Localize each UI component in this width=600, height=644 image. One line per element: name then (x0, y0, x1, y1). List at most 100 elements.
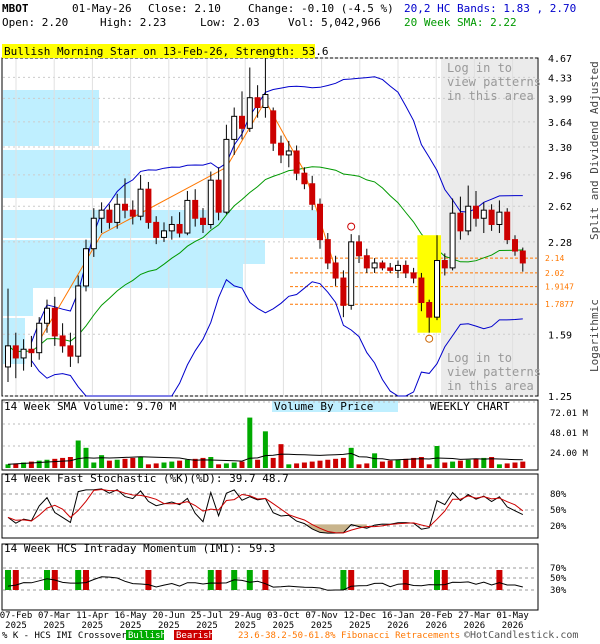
candle-body (473, 205, 479, 219)
ticker-symbol: MBOT (2, 2, 29, 15)
year-tick-label: 2026 (425, 621, 447, 631)
imi-crossover-bar (246, 570, 253, 590)
date-tick-label: 29-Aug (229, 611, 262, 621)
candle-body (200, 217, 206, 225)
imi-crossover-bar (75, 570, 82, 590)
candle-body (332, 262, 339, 279)
stoch-tick-label: 20% (550, 522, 567, 532)
date-tick-label: 16-May (114, 611, 147, 621)
high-value: High: 2.23 (100, 16, 166, 29)
volume-bar (255, 459, 261, 468)
volume-bar (99, 455, 105, 468)
volume-bar (169, 461, 175, 468)
candle-body (480, 209, 487, 219)
volume-bar (36, 460, 42, 468)
candle-body (145, 188, 152, 223)
volume-bar (177, 460, 183, 468)
imi-crossover-bar (434, 570, 440, 590)
candle-body (36, 322, 43, 354)
candle-body (519, 250, 526, 264)
candle-body (114, 203, 121, 223)
volume-bar (356, 464, 362, 468)
candle-body (137, 188, 144, 217)
candle-body (301, 172, 308, 185)
fib-label: 2.02 (545, 269, 564, 278)
candle-body (129, 209, 136, 217)
year-tick-label: 2025 (43, 621, 65, 631)
volume-bar (301, 462, 307, 468)
imi-crossover-bar (207, 570, 214, 590)
volume-bar (340, 457, 346, 468)
stoch-tick-label: 50% (550, 506, 567, 516)
candle-body (512, 239, 518, 252)
candle-body (168, 223, 175, 232)
candle-body (426, 301, 433, 318)
date-tick-label: 07-Nov (305, 611, 338, 621)
candle-body (488, 209, 495, 225)
quote-date: 01-May-26 (72, 2, 132, 15)
price-tick-label: 2.62 (548, 202, 572, 213)
login-notice-bottom-3: in this area (447, 379, 534, 393)
volume-tick-label: 24.00 M (550, 449, 589, 459)
price-tick-label: 4.67 (548, 54, 572, 65)
login-notice-top-1: Log in to (447, 61, 512, 75)
volume-bar (262, 431, 268, 468)
candle-body (278, 142, 284, 156)
candle-body (254, 97, 261, 109)
volume-bar (216, 464, 222, 468)
volume-bar (114, 459, 120, 468)
price-chart: MBOT 01-May-26 Close: 2.10 Change: -0.10… (0, 2, 600, 641)
price-tick-label: 1.25 (548, 392, 572, 403)
vbp-bar (3, 150, 131, 198)
candle-body (153, 221, 160, 238)
volume-bar (247, 417, 253, 468)
fib-label: 1.9147 (545, 283, 574, 292)
candle-body (410, 272, 417, 279)
candle-body (441, 260, 448, 269)
fib-label: 1.7877 (545, 300, 574, 309)
volume-tick-label: 48.01 M (550, 429, 589, 439)
candle-body (246, 97, 253, 129)
volume-bar (294, 463, 300, 468)
fib-level-labels: 2.14 2.02 1.9147 1.7877 (545, 254, 574, 309)
volume-bar (473, 458, 479, 468)
volume-bar (520, 461, 526, 468)
year-tick-label: 2025 (311, 621, 333, 631)
volume-sma-label: 14 Week SMA Volume: 9.70 M (4, 400, 177, 413)
candle-body (371, 262, 378, 269)
candle-body (348, 241, 355, 306)
candle-body (83, 248, 89, 287)
change-value: Change: -0.10 (-4.5 %) (248, 2, 394, 15)
year-tick-label: 2026 (387, 621, 409, 631)
imi-crossover-bar (402, 570, 409, 590)
volume-bar (465, 459, 471, 468)
hc-bands-value: 20,2 HC Bands: 1.83 , 2.70 (404, 2, 576, 15)
candle-body (192, 199, 199, 219)
date-tick-label: 03-Oct (267, 611, 300, 621)
candle-body (59, 335, 66, 347)
candle-body (418, 277, 425, 303)
pattern-banner: Bullish Morning Star on 13-Feb-26, Stren… (4, 45, 329, 58)
volume-bar (325, 459, 331, 468)
low-value: Low: 2.03 (200, 16, 260, 29)
date-tick-label: 11-Apr (76, 611, 109, 621)
candle-body (449, 212, 456, 269)
candle-body (161, 230, 167, 238)
volume-bar (278, 444, 284, 468)
volume-bar (208, 457, 214, 468)
imi-crossover-bar (83, 570, 89, 590)
volume-bar (403, 458, 409, 468)
candle-body (28, 348, 35, 354)
volume-bar (145, 464, 151, 468)
candle-body (363, 255, 370, 269)
imi-crossover-bar (496, 570, 503, 590)
candle-body (387, 267, 394, 271)
price-tick-label: 2.96 (548, 171, 572, 182)
candle-body (324, 239, 331, 264)
candle-body (356, 241, 362, 257)
login-notice-top-2: view patterns (447, 75, 541, 89)
price-tick-label: 2.28 (548, 238, 572, 249)
candle-body (44, 307, 50, 324)
candle-body (270, 110, 277, 144)
volume-bar (60, 457, 66, 468)
